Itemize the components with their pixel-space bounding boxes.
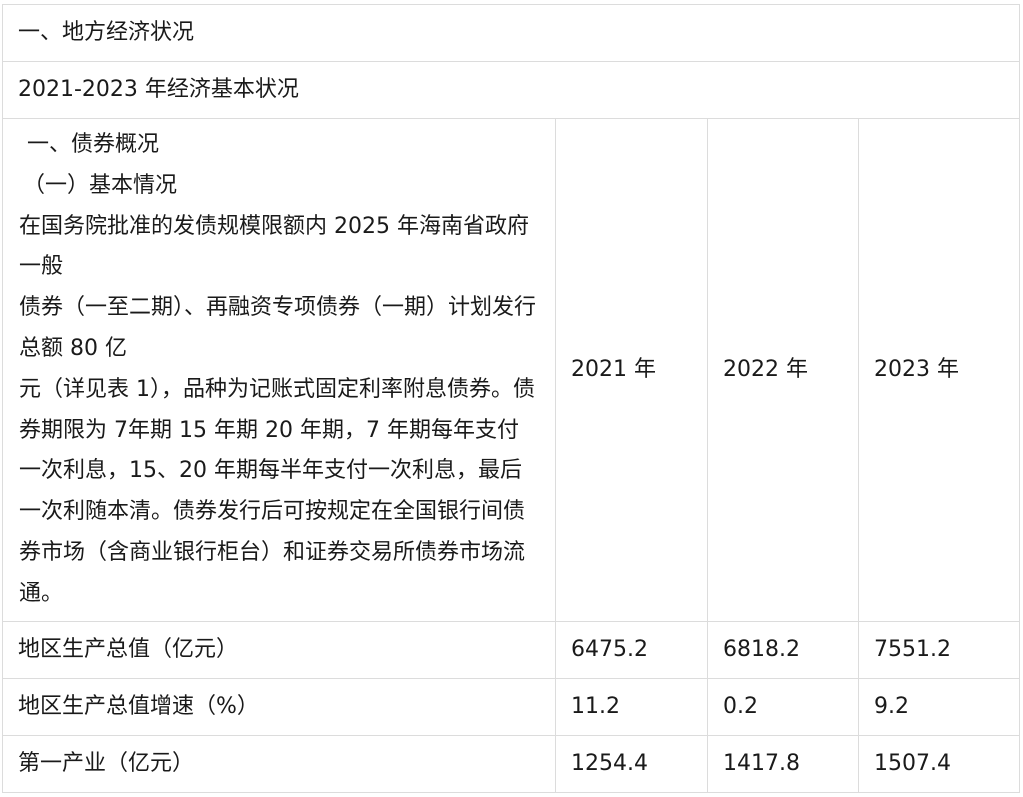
table-row: 地区生产总值（亿元） 6475.2 6818.2 7551.2 [2,620,1021,679]
bond-overview-subheading: （一）基本情况 [23,172,178,198]
cell-value: 9.2 [857,677,1021,736]
bond-overview-line: 债券（一至二期）、再融资专项债券（一期）计划发行总额 80 亿 [19,295,537,361]
table-row: 第一产业（亿元） 1254.4 1417.8 1507.4 [2,734,1021,793]
cell-value: 7551.2 [857,620,1021,679]
bond-overview-heading: 一、债券概况 [27,132,160,157]
bond-overview-cell: 一、债券概况 （一）基本情况 在国务院批准的发债规模限额内 2025 年海南省政… [2,118,556,622]
table-subtitle: 2021-2023 年经济基本状况 [1,61,1021,119]
header-row: 一、债券概况 （一）基本情况 在国务院批准的发债规模限额内 2025 年海南省政… [2,118,1021,622]
cell-value: 1417.8 [707,734,859,793]
section-title-row: 一、地方经济状况 [1,4,1021,62]
year-header-2023: 2023 年 [857,118,1021,622]
cell-value: 6475.2 [555,620,708,679]
cell-value: 6818.2 [707,620,859,679]
year-header-2021: 2021 年 [555,118,708,622]
bond-overview-line: 在国务院批准的发债规模限额内 2025 年海南省政府一般 [19,213,529,280]
cell-value: 0.2 [707,677,859,736]
row-label-gdp-growth: 地区生产总值增速（%） [2,677,556,736]
bond-overview-line: 元（详见表 1），品种为记账式固定利率附息债券。债券期限为 7年期 15 年期 … [19,376,535,606]
economy-table: 一、地方经济状况 2021-2023 年经济基本状况 一、债券概况 （一）基本情… [1,4,1021,793]
cell-value: 11.2 [555,677,708,736]
row-label-primary-industry: 第一产业（亿元） [2,734,556,793]
row-label-gdp: 地区生产总值（亿元） [2,620,556,679]
year-header-2022: 2022 年 [707,118,859,622]
table-row: 地区生产总值增速（%） 11.2 0.2 9.2 [2,677,1021,736]
section-title: 一、地方经济状况 [1,4,1021,62]
cell-value: 1254.4 [555,734,708,793]
subtitle-row: 2021-2023 年经济基本状况 [1,61,1021,119]
cell-value: 1507.4 [857,734,1021,793]
